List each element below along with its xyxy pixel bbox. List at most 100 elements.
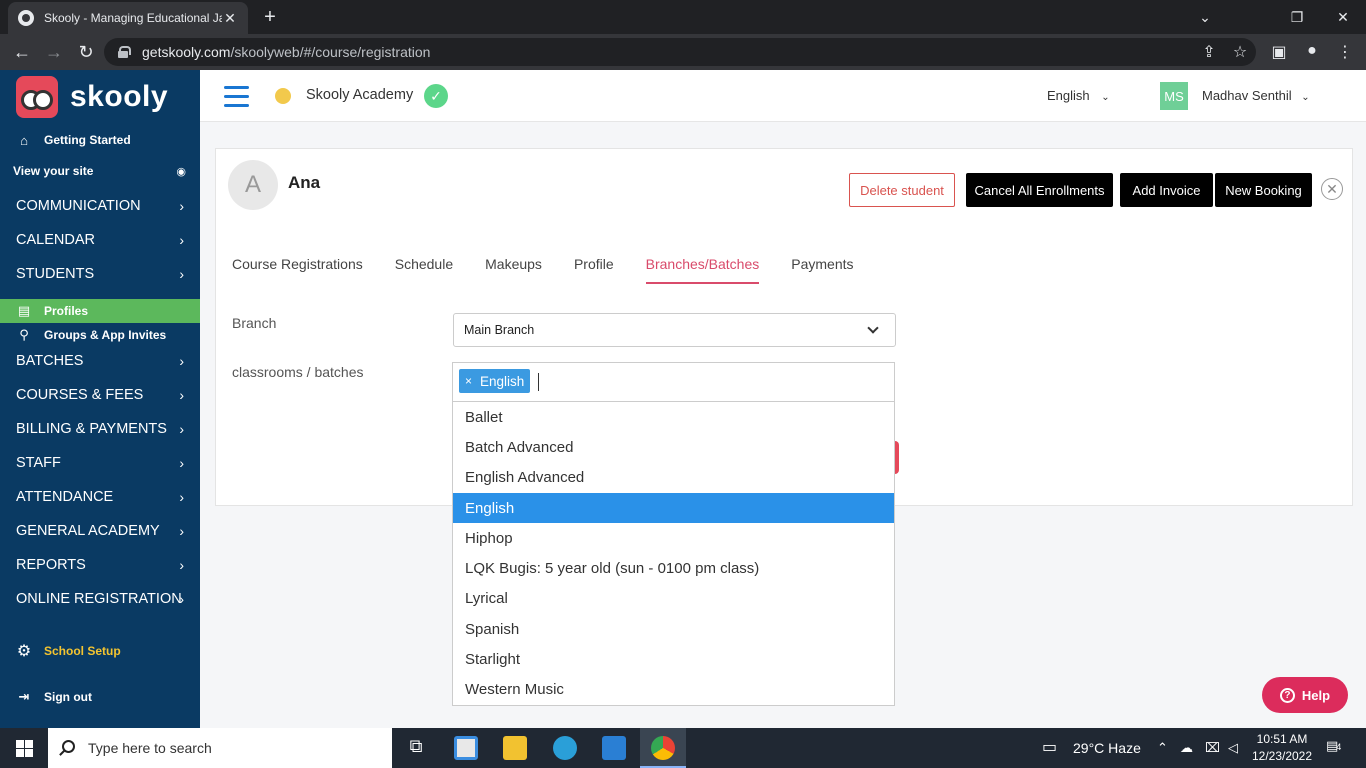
new-tab-button[interactable]: + <box>258 6 282 29</box>
home-icon: ⌂ <box>20 132 28 148</box>
restore-window-button[interactable]: ❐ <box>1274 0 1320 34</box>
avatar[interactable]: MS <box>1160 82 1188 110</box>
sidebar-item-students[interactable]: STUDENTS › <box>0 257 200 291</box>
sidebar-item-batches[interactable]: BATCHES › <box>0 344 200 378</box>
side-panel-icon[interactable]: ▣ <box>1268 42 1290 62</box>
edge-icon[interactable] <box>553 736 577 760</box>
chevron-right-icon: › <box>179 387 184 403</box>
verified-check-icon: ✓ <box>424 84 448 108</box>
bulb-icon: ⚲ <box>19 327 29 342</box>
sidebar-item-sign-out[interactable]: ⇥ Sign out <box>0 686 200 708</box>
taskbar: Type here to search ⧉ ▭ 29°C Haze ⌃ ☁ ⌧ … <box>0 728 1366 768</box>
taskbar-search-input[interactable]: Type here to search <box>48 728 392 768</box>
chevron-up-icon[interactable]: ⌃ <box>1157 740 1168 756</box>
battery-icon[interactable]: ⌧ <box>1205 740 1220 756</box>
dropdown-option-selected[interactable]: English <box>453 492 894 524</box>
tab-profile[interactable]: Profile <box>574 256 614 284</box>
sidebar-item-staff[interactable]: STAFF › <box>0 446 200 480</box>
sidebar-item-billing[interactable]: BILLING & PAYMENTS › <box>0 412 200 446</box>
file-explorer-icon[interactable] <box>503 736 527 760</box>
weather-text[interactable]: 29°C Haze <box>1073 740 1141 756</box>
forward-button[interactable]: → <box>42 40 66 64</box>
chevron-right-icon: › <box>179 557 184 573</box>
dropdown-option[interactable]: Ballet <box>453 402 894 432</box>
cancel-all-enrollments-button[interactable]: Cancel All Enrollments <box>966 173 1113 207</box>
sidebar: skooly ⌂ Getting Started View your site … <box>0 70 200 728</box>
dropdown-option[interactable]: Starlight <box>453 644 894 674</box>
sidebar-item-communication[interactable]: COMMUNICATION › <box>0 189 200 223</box>
sidebar-item-view-site[interactable]: View your site ◉ <box>0 160 200 182</box>
bookmark-star-icon[interactable]: ☆ <box>1229 42 1251 62</box>
new-booking-button[interactable]: New Booking <box>1215 173 1312 207</box>
sidebar-item-attendance[interactable]: ATTENDANCE › <box>0 480 200 514</box>
chip-remove-icon[interactable]: × <box>465 374 472 388</box>
selected-batch-chip: × English <box>459 369 531 393</box>
add-invoice-button[interactable]: Add Invoice <box>1120 173 1213 207</box>
chip-label: English <box>480 373 525 389</box>
sidebar-item-courses-fees[interactable]: COURSES & FEES › <box>0 378 200 412</box>
dropdown-option[interactable]: Lyrical <box>453 584 894 614</box>
hamburger-menu-icon[interactable] <box>224 86 249 107</box>
sidebar-item-reports[interactable]: REPORTS › <box>0 548 200 582</box>
tab-payments[interactable]: Payments <box>791 256 853 284</box>
dropdown-option[interactable]: Batch Advanced <box>453 432 894 462</box>
chevron-right-icon: › <box>179 266 184 282</box>
clock[interactable]: 10:51 AM 12/23/2022 <box>1250 731 1314 765</box>
batches-label: classrooms / batches <box>232 364 364 380</box>
network-icon[interactable]: ☁ <box>1180 740 1193 756</box>
sidebar-item-profiles[interactable]: ▤ Profiles <box>0 299 200 323</box>
share-icon[interactable]: ⇪ <box>1198 42 1220 62</box>
dropdown-option[interactable]: English Advanced <box>453 463 894 493</box>
dropdown-option[interactable]: Spanish <box>453 614 894 644</box>
menu-icon[interactable]: ⋮ <box>1334 42 1356 62</box>
chevron-down-icon: ⌄ <box>1101 92 1110 103</box>
profile-icon[interactable]: ● <box>1301 42 1323 60</box>
sidebar-item-online-registration[interactable]: ONLINE REGISTRATION › <box>0 582 200 616</box>
mail-icon[interactable] <box>602 736 626 760</box>
branch-label: Branch <box>232 315 277 331</box>
help-button[interactable]: ? Help <box>1262 677 1348 713</box>
dropdown-option[interactable]: LQK Bugis: 5 year old (sun - 0100 pm cla… <box>453 553 894 583</box>
branch-select[interactable]: Main Branch <box>453 313 896 347</box>
close-window-button[interactable]: ✕ <box>1320 0 1366 34</box>
close-tab-icon[interactable]: ✕ <box>222 10 238 27</box>
delete-student-button[interactable]: Delete student <box>849 173 955 207</box>
sidebar-item-calendar[interactable]: CALENDAR › <box>0 223 200 257</box>
url-field[interactable]: getskooly.com/skoolyweb/#/course/registr… <box>104 38 1256 66</box>
chrome-taskbar-button[interactable] <box>640 728 686 768</box>
sidebar-item-label: REPORTS <box>16 557 86 573</box>
reload-button[interactable]: ↻ <box>74 40 98 64</box>
dropdown-option[interactable]: Hiphop <box>453 523 894 553</box>
windows-start-icon[interactable] <box>16 740 33 757</box>
close-icon[interactable]: ✕ <box>1321 178 1343 200</box>
sidebar-item-school-setup[interactable]: ⚙ School Setup <box>0 640 200 662</box>
lock-icon <box>118 46 131 58</box>
user-menu[interactable]: Madhav Senthil ⌄ <box>1202 88 1310 103</box>
skooly-logo[interactable]: skooly <box>16 76 168 118</box>
dropdown-option[interactable]: Western Music <box>453 675 894 705</box>
academy-name: Skooly Academy <box>306 87 414 103</box>
sidebar-item-label: CALENDAR <box>16 232 95 248</box>
tab-makeups[interactable]: Makeups <box>485 256 542 284</box>
chevron-down-icon[interactable]: ⌄ <box>1182 0 1228 34</box>
tab-schedule[interactable]: Schedule <box>395 256 453 284</box>
back-button[interactable]: ← <box>10 40 34 64</box>
sidebar-item-general-academy[interactable]: GENERAL ACADEMY › <box>0 514 200 548</box>
sidebar-item-getting-started[interactable]: ⌂ Getting Started <box>0 130 200 150</box>
student-tabs: Course Registrations Schedule Makeups Pr… <box>232 256 886 284</box>
tab-course-registrations[interactable]: Course Registrations <box>232 256 363 284</box>
volume-icon[interactable]: ◁ <box>1228 740 1238 756</box>
tab-branches-batches[interactable]: Branches/Batches <box>645 256 760 284</box>
clock-date: 12/23/2022 <box>1251 749 1313 763</box>
url-path: /skoolyweb/#/course/registration <box>230 44 431 60</box>
student-avatar: A <box>228 160 278 210</box>
sidebar-item-label: ATTENDANCE <box>16 489 114 505</box>
language-dropdown[interactable]: English ⌄ <box>1047 88 1110 103</box>
chevron-right-icon: › <box>179 455 184 471</box>
task-view-icon[interactable]: ⧉ <box>404 736 428 760</box>
browser-tab[interactable]: Skooly - Managing Educational Ja ✕ <box>8 2 248 34</box>
sidebar-item-label: Profiles <box>44 304 89 318</box>
notifications-icon[interactable]: ▤4 <box>1326 738 1341 754</box>
store-icon[interactable] <box>454 736 478 760</box>
batches-multiselect[interactable]: × English <box>452 362 895 401</box>
